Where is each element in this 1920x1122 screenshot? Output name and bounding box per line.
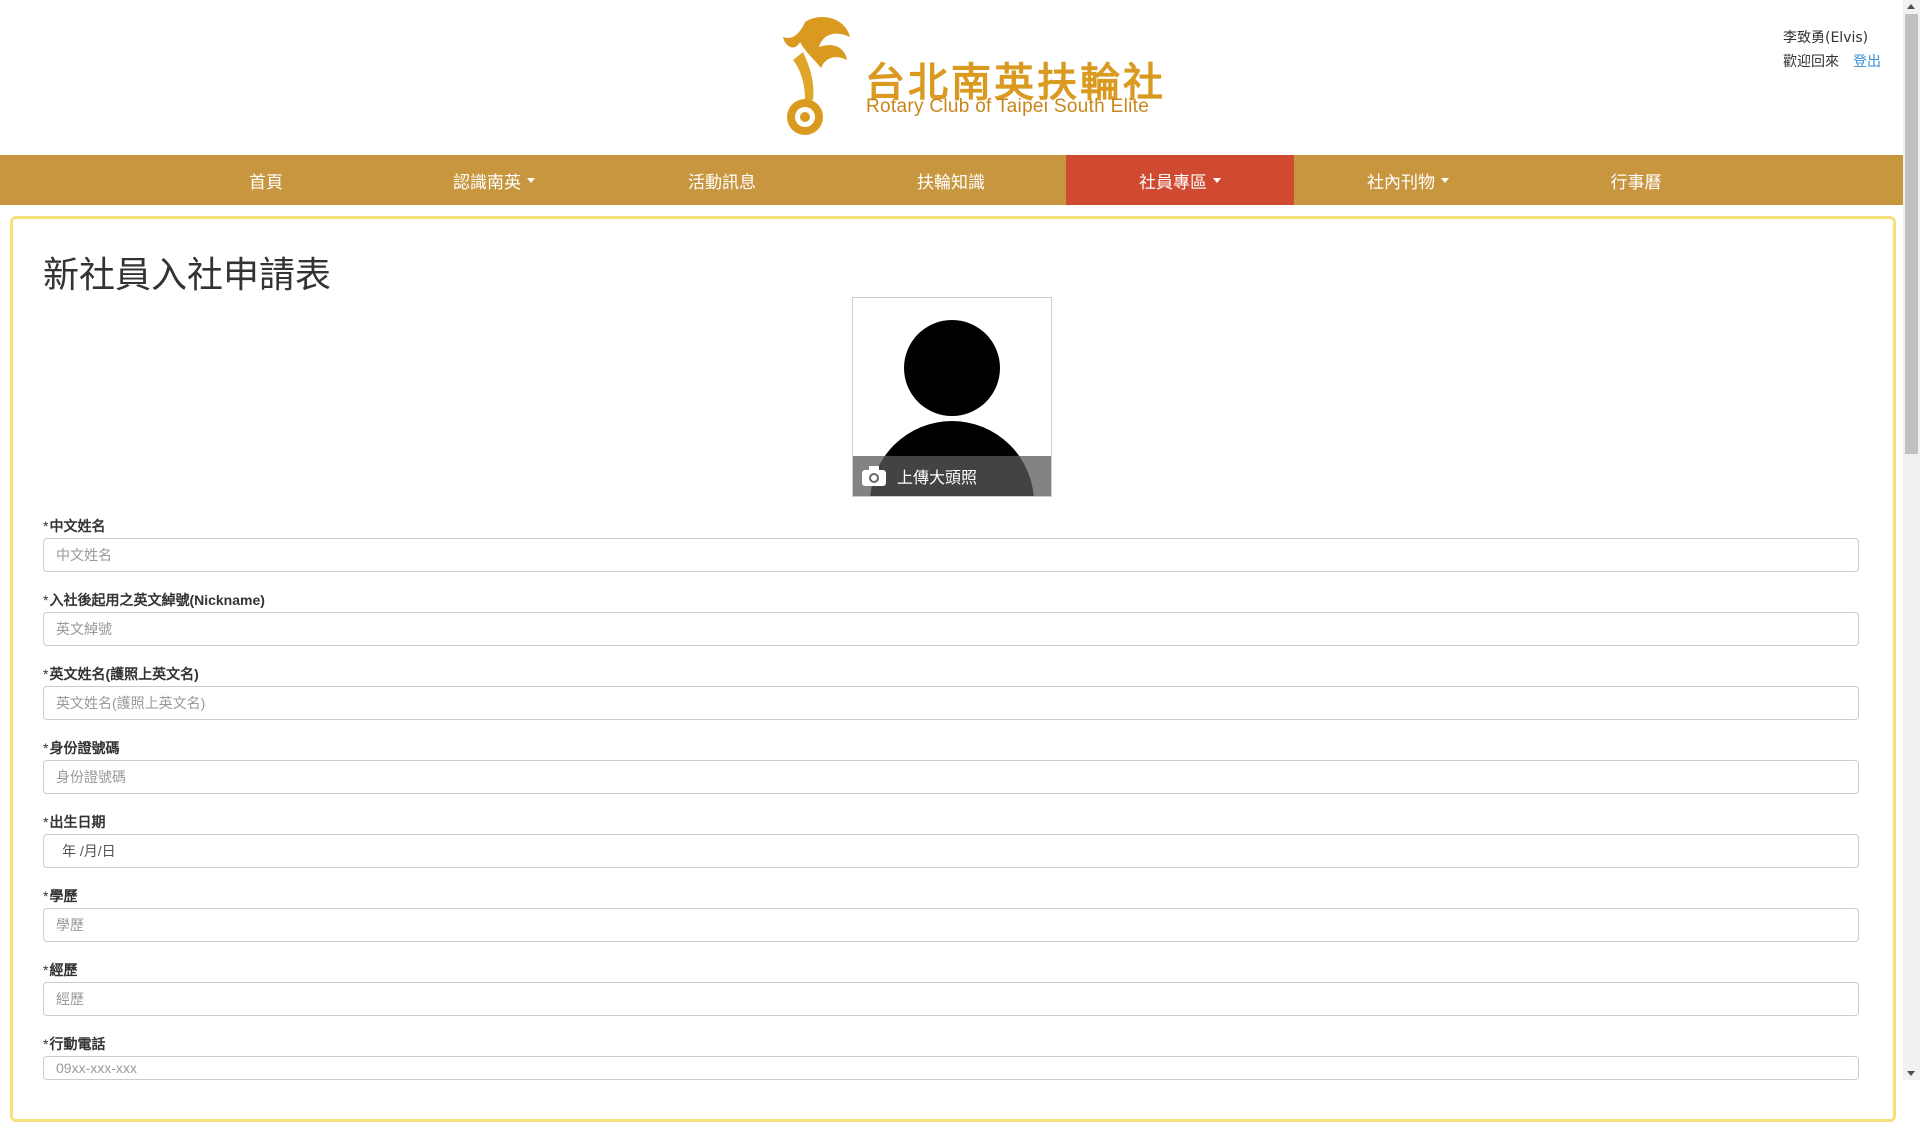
english-name-input[interactable] — [43, 686, 1859, 720]
scroll-up-arrow-icon[interactable] — [1907, 4, 1915, 9]
camera-icon — [862, 466, 886, 486]
welcome-text: 歡迎回來 — [1783, 54, 1839, 70]
label-id-number: *身份證號碼 — [43, 740, 120, 756]
user-area: 李致勇(Elvis) 歡迎回來 登出 — [1783, 26, 1881, 74]
label-english-name: *英文姓名(護照上英文名) — [43, 666, 199, 682]
education-input[interactable] — [43, 908, 1859, 942]
scroll-thumb[interactable] — [1905, 14, 1918, 454]
page-title: 新社員入社申請表 — [43, 255, 332, 296]
nav-item-home[interactable]: 首頁 — [152, 155, 380, 205]
label-mobile-phone: *行動電話 — [43, 1036, 106, 1052]
label-education: *學歷 — [43, 888, 78, 904]
label-birth-date: *出生日期 — [43, 814, 106, 830]
phoenix-rotary-emblem-icon — [783, 17, 850, 135]
site-logo[interactable]: 台北南英扶輪社 Rotary Club of Taipei South Elit… — [775, 12, 1163, 142]
avatar-upload[interactable]: 上傳大頭照 — [852, 297, 1052, 497]
nav-item-about[interactable]: 認識南英 — [380, 155, 608, 205]
nav-item-events[interactable]: 活動訊息 — [608, 155, 836, 205]
experience-input[interactable] — [43, 982, 1859, 1016]
nav-item-publications[interactable]: 社內刊物 — [1294, 155, 1522, 205]
label-nickname: *入社後起用之英文綽號(Nickname) — [43, 592, 265, 608]
page-scrollbar[interactable] — [1903, 0, 1920, 1080]
user-name: 李致勇(Elvis) — [1783, 30, 1869, 46]
site-header: 台北南英扶輪社 Rotary Club of Taipei South Elit… — [0, 0, 1903, 155]
chinese-name-input[interactable] — [43, 538, 1859, 572]
birth-date-input[interactable]: 年 /月/日 — [43, 834, 1859, 868]
logout-link[interactable]: 登出 — [1853, 54, 1881, 70]
scroll-down-arrow-icon[interactable] — [1907, 1071, 1915, 1076]
nav-item-calendar[interactable]: 行事曆 — [1522, 155, 1750, 205]
caret-down-icon — [527, 177, 535, 183]
caret-down-icon — [1441, 177, 1449, 183]
label-chinese-name: *中文姓名 — [43, 518, 106, 534]
main-nav: 首頁 認識南英 活動訊息 扶輪知識 社員專區 社內刊物 行事曆 — [0, 155, 1903, 205]
upload-photo-button[interactable]: 上傳大頭照 — [853, 456, 1051, 496]
id-number-input[interactable] — [43, 760, 1859, 794]
upload-photo-label: 上傳大頭照 — [897, 468, 978, 487]
nav-item-members[interactable]: 社員專區 — [1066, 155, 1294, 205]
caret-down-icon — [1213, 177, 1221, 183]
nickname-input[interactable] — [43, 612, 1859, 646]
label-experience: *經歷 — [43, 962, 78, 978]
logo-english-name: Rotary Club of Taipei South Elite — [866, 96, 1150, 117]
nav-item-rotary-knowledge[interactable]: 扶輪知識 — [837, 155, 1065, 205]
mobile-phone-input[interactable] — [43, 1056, 1859, 1080]
